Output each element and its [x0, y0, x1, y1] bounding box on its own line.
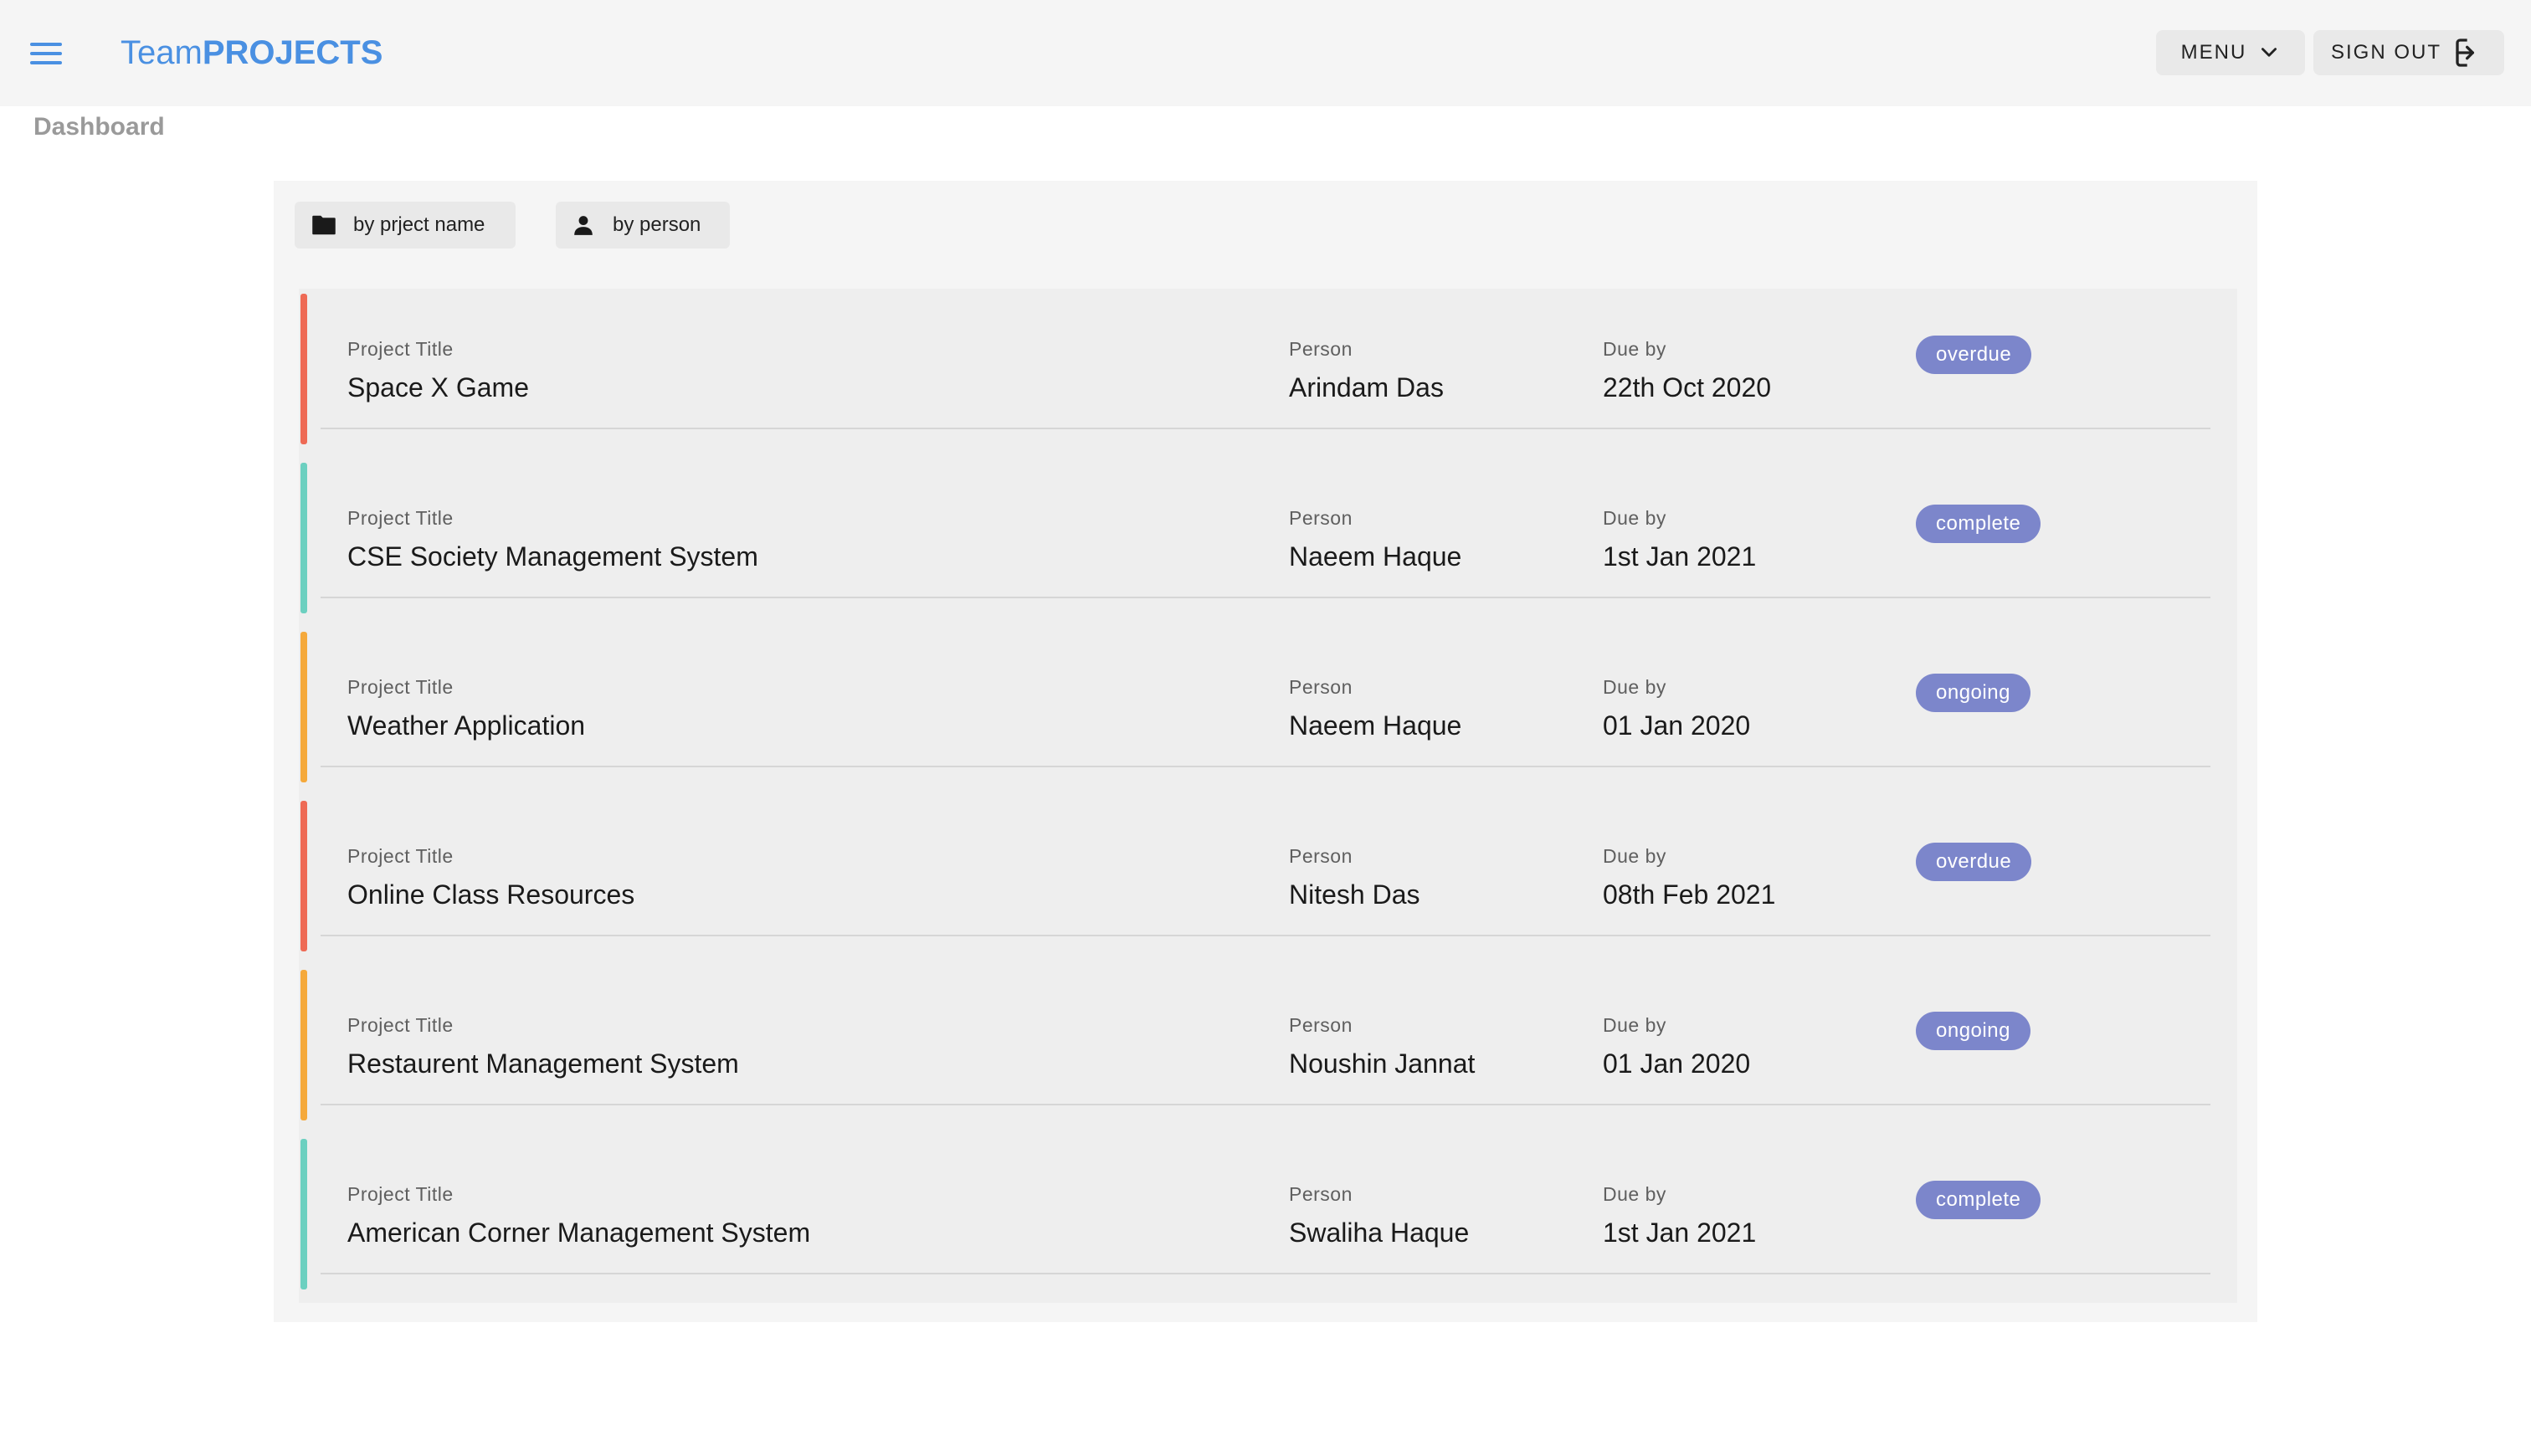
project-row[interactable]: Project Title American Corner Management … — [299, 1134, 2237, 1289]
project-title: Space X Game — [347, 372, 529, 402]
due-by-label: Due by — [1603, 1183, 1666, 1205]
brand-bold-text: PROJECTS — [202, 34, 383, 71]
filter-by-project-name-button[interactable]: by prject name — [295, 202, 516, 249]
due-date: 01 Jan 2020 — [1603, 1048, 1751, 1079]
person-label: Person — [1289, 1014, 1353, 1036]
project-row[interactable]: Project Title Space X Game Person Arindam D… — [299, 289, 2237, 444]
project-row[interactable]: Project Title Restaurent Management Syste… — [299, 965, 2237, 1120]
person-label: Person — [1289, 338, 1353, 360]
row-divider — [321, 1273, 2210, 1274]
status-accent-bar — [300, 463, 307, 613]
project-title-label: Project Title — [347, 1183, 454, 1205]
person-icon — [572, 214, 594, 236]
app-bar: TeamPROJECTS MENU SIGN OUT — [0, 0, 2531, 106]
row-divider — [321, 597, 2210, 598]
brand-light-text: Team — [121, 34, 203, 71]
status-badge[interactable]: ongoing — [1916, 674, 2030, 712]
sign-out-label: SIGN OUT — [2330, 41, 2441, 64]
project-row[interactable]: Project Title Weather Application Person Na… — [299, 627, 2237, 782]
due-date: 1st Jan 2021 — [1603, 541, 1757, 572]
project-title-label: Project Title — [347, 338, 454, 360]
sign-out-button[interactable]: SIGN OUT — [2313, 30, 2504, 75]
person-name: Noushin Jannat — [1289, 1048, 1476, 1079]
project-title: Weather Application — [347, 710, 586, 741]
row-divider — [321, 1104, 2210, 1105]
project-title-label: Project Title — [347, 845, 454, 867]
folder-icon — [311, 214, 336, 236]
project-title: CSE Society Management System — [347, 541, 758, 572]
person-label: Person — [1289, 507, 1353, 529]
row-divider — [321, 766, 2210, 767]
sign-out-icon — [2456, 38, 2474, 67]
row-divider — [321, 428, 2210, 429]
due-date: 22th Oct 2020 — [1603, 372, 1772, 402]
status-accent-bar — [300, 294, 307, 444]
chevron-down-icon — [2261, 48, 2277, 57]
status-accent-bar — [300, 632, 307, 782]
project-title-label: Project Title — [347, 507, 454, 529]
person-label: Person — [1289, 845, 1353, 867]
filter-by-person-label: by person — [613, 213, 701, 236]
due-by-label: Due by — [1603, 676, 1666, 698]
status-badge[interactable]: overdue — [1916, 336, 2032, 374]
filter-by-project-name-label: by prject name — [353, 213, 485, 236]
person-label: Person — [1289, 1183, 1353, 1205]
hamburger-menu-icon[interactable] — [30, 38, 62, 69]
brand-logo[interactable]: TeamPROJECTS — [121, 32, 382, 74]
project-title: Restaurent Management System — [347, 1048, 739, 1079]
status-badge[interactable]: ongoing — [1916, 1012, 2030, 1050]
due-by-label: Due by — [1603, 507, 1666, 529]
status-accent-bar — [300, 801, 307, 951]
due-by-label: Due by — [1603, 1014, 1666, 1036]
project-row[interactable]: Project Title CSE Society Management Syst… — [299, 458, 2237, 613]
person-name: Naeem Haque — [1289, 541, 1462, 572]
person-name: Naeem Haque — [1289, 710, 1462, 741]
status-badge[interactable]: complete — [1916, 505, 2041, 543]
status-badge[interactable]: overdue — [1916, 843, 2032, 881]
due-date: 01 Jan 2020 — [1603, 710, 1751, 741]
status-badge[interactable]: complete — [1916, 1181, 2041, 1219]
person-name: Swaliha Haque — [1289, 1218, 1470, 1248]
menu-button-label: MENU — [2180, 41, 2247, 64]
project-title-label: Project Title — [347, 676, 454, 698]
due-by-label: Due by — [1603, 338, 1666, 360]
person-name: Nitesh Das — [1289, 879, 1420, 910]
person-name: Arindam Das — [1289, 372, 1444, 402]
row-divider — [321, 935, 2210, 936]
status-accent-bar — [300, 1139, 307, 1289]
menu-button[interactable]: MENU — [2156, 30, 2305, 75]
status-accent-bar — [300, 970, 307, 1120]
project-title: American Corner Management System — [347, 1218, 811, 1248]
person-label: Person — [1289, 676, 1353, 698]
due-by-label: Due by — [1603, 845, 1666, 867]
due-date: 1st Jan 2021 — [1603, 1218, 1757, 1248]
page-title: Dashboard — [33, 113, 165, 141]
project-title-label: Project Title — [347, 1014, 454, 1036]
filter-by-person-button[interactable]: by person — [556, 202, 730, 249]
due-date: 08th Feb 2021 — [1603, 879, 1776, 910]
project-title: Online Class Resources — [347, 879, 635, 910]
project-row[interactable]: Project Title Online Class Resources Perso… — [299, 796, 2237, 951]
